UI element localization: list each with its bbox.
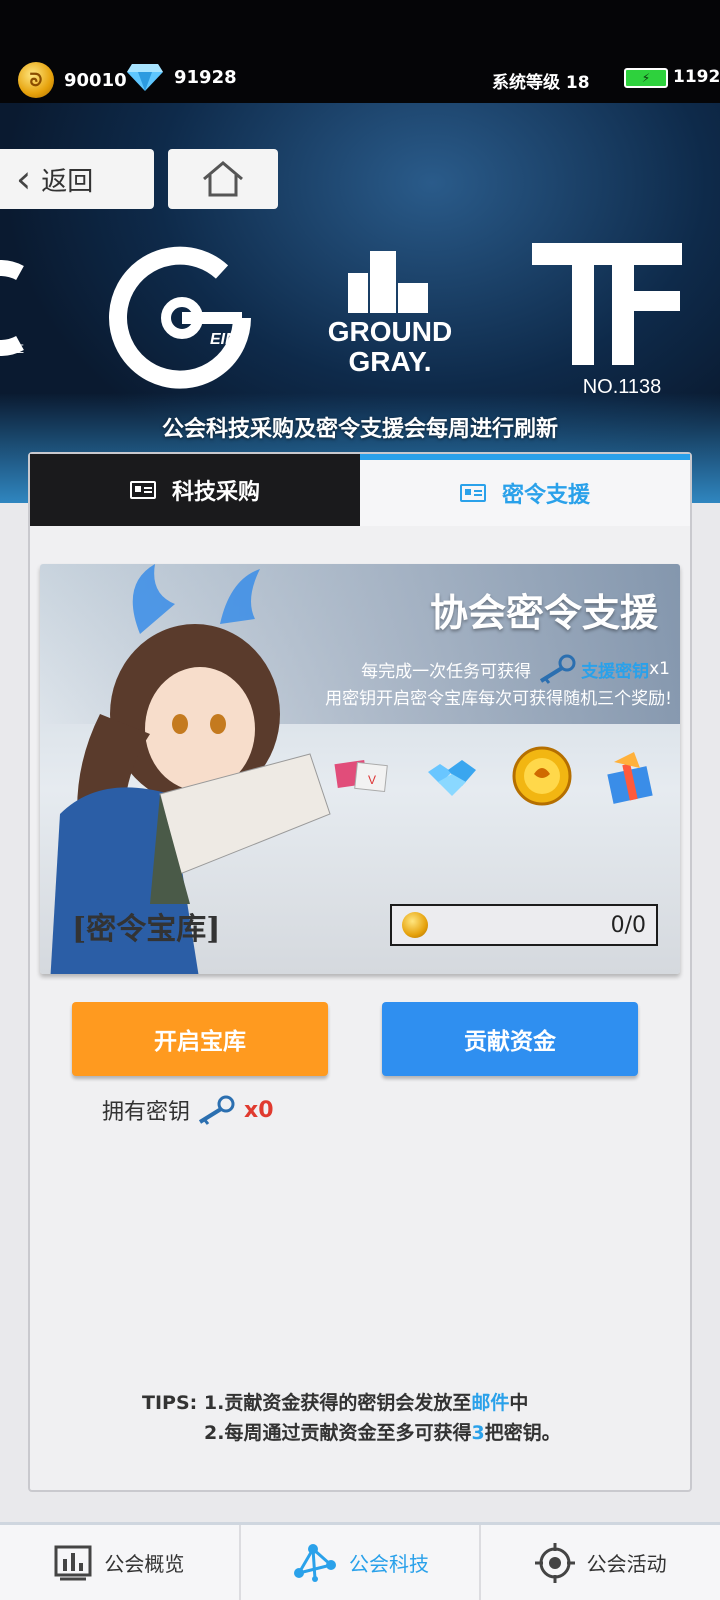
tip-line-1-end: 中: [509, 1392, 529, 1414]
tab-bar: 科技采购 密令支援: [30, 454, 690, 526]
card-icon: [129, 481, 156, 499]
diamond-icon: [127, 64, 163, 91]
coin-icon: [402, 912, 428, 938]
svg-text:GROUND: GROUND: [328, 316, 452, 347]
nav-guild-tech[interactable]: 公会科技: [241, 1525, 482, 1600]
status-bar: ᘐ 90010 91928 系统等级 18 ⚡ 1192: [0, 0, 720, 103]
tab-tech-purchase[interactable]: 科技采购: [30, 454, 360, 526]
nav-label: 公会活动: [586, 1552, 667, 1576]
mail-link[interactable]: 邮件: [471, 1392, 509, 1414]
svg-text:LEGE: LEGE: [0, 342, 24, 356]
gold-coin-icon: [512, 746, 572, 806]
ein-logo: EIN: [102, 238, 262, 402]
coin-count: 90010: [64, 69, 127, 91]
card-description: 用密钥开启密令宝库每次可获得随机三个奖励!: [325, 689, 672, 709]
tf-logo: NO.1138: [532, 243, 692, 407]
vault-progress-value: 0/0: [610, 912, 646, 938]
chart-icon: [54, 1545, 92, 1580]
ground-gray-logo: GROUND GRAY.: [320, 243, 460, 387]
secret-support-card: 协会密令支援 每完成一次任务可获得 支援密钥 x1 用密钥开启密令宝库每次可获得…: [40, 564, 680, 974]
ticket-icon: V: [334, 760, 388, 793]
tips-label: TIPS:: [142, 1392, 198, 1414]
coin-icon: ᘐ: [18, 62, 54, 98]
coin-balance[interactable]: ᘐ 90010: [18, 62, 127, 98]
guild-banner: ‹ 返回 LEGE EIN GROUND GRAY.: [0, 103, 720, 503]
energy-count: 1192: [673, 67, 720, 87]
key-icon: [198, 1095, 235, 1125]
support-key-name: 支援密钥: [581, 661, 650, 682]
battery-icon: ⚡: [624, 68, 668, 88]
home-button[interactable]: [168, 149, 278, 209]
vault-progress: 0/0: [390, 904, 658, 946]
reward-preview: V: [330, 744, 664, 808]
target-icon: [534, 1542, 575, 1583]
reward-line-text: 每完成一次任务可获得: [361, 661, 532, 682]
diamond-count: 91928: [174, 66, 237, 88]
network-icon: [294, 1543, 336, 1582]
back-label: 返回: [41, 166, 94, 197]
card-reward-line: 每完成一次任务可获得 支援密钥 x1: [361, 654, 670, 684]
gift-box-icon: [607, 752, 653, 804]
svg-text:NO.1138: NO.1138: [583, 376, 662, 398]
svg-text:EIN: EIN: [210, 331, 237, 348]
weekly-key-limit: 3: [471, 1422, 485, 1444]
back-button[interactable]: ‹ 返回: [0, 149, 154, 209]
nav-label: 公会概览: [104, 1552, 185, 1576]
tip-line-2-end: 把密钥。: [484, 1422, 561, 1444]
diamond-balance[interactable]: 91928: [126, 62, 237, 92]
nav-guild-overview[interactable]: 公会概览: [0, 1525, 241, 1600]
college-logo: LEGE: [0, 253, 50, 367]
chevron-left-icon: ‹: [16, 157, 32, 201]
contribute-funds-button[interactable]: 贡献资金: [382, 1002, 638, 1076]
owned-keys: 拥有密钥 x0: [102, 1094, 274, 1126]
bottom-nav: 公会概览 公会科技 公会活动: [0, 1522, 720, 1600]
vault-label: [密令宝库]: [72, 912, 221, 947]
diamond-pile-icon: [428, 760, 476, 796]
tip-line-1: 1.贡献资金获得的密钥会发放至: [203, 1392, 472, 1414]
nav-guild-activity[interactable]: 公会活动: [481, 1525, 720, 1600]
svg-text:V: V: [368, 773, 376, 787]
tips-text: TIPS: 1.贡献资金获得的密钥会发放至邮件中 2.每周通过贡献资金至多可获得…: [142, 1388, 561, 1448]
card-title: 协会密令支援: [429, 590, 658, 635]
owned-keys-count: x0: [244, 1097, 274, 1123]
svg-text:GRAY.: GRAY.: [348, 346, 431, 377]
key-icon: [540, 654, 576, 684]
tip-line-2: 2.每周通过贡献资金至多可获得: [204, 1422, 472, 1444]
owned-keys-label: 拥有密钥: [102, 1100, 191, 1125]
home-icon: [203, 161, 243, 197]
guild-tech-panel: 科技采购 密令支援 协会密令支援 每完成一次任务可获得 支援密钥 x1 用密钥开…: [28, 452, 692, 1492]
card-icon: [459, 484, 486, 502]
open-vault-button[interactable]: 开启宝库: [72, 1002, 328, 1076]
system-level: 系统等级 18: [492, 73, 590, 93]
tab-label: 科技采购: [171, 480, 260, 505]
tab-secret-support[interactable]: 密令支援: [360, 454, 690, 526]
refresh-notice: 公会科技采购及密令支援会每周进行刷新: [161, 417, 558, 442]
nav-label: 公会科技: [349, 1552, 429, 1576]
tab-label: 密令支援: [501, 483, 590, 508]
support-key-count: x1: [649, 659, 670, 679]
